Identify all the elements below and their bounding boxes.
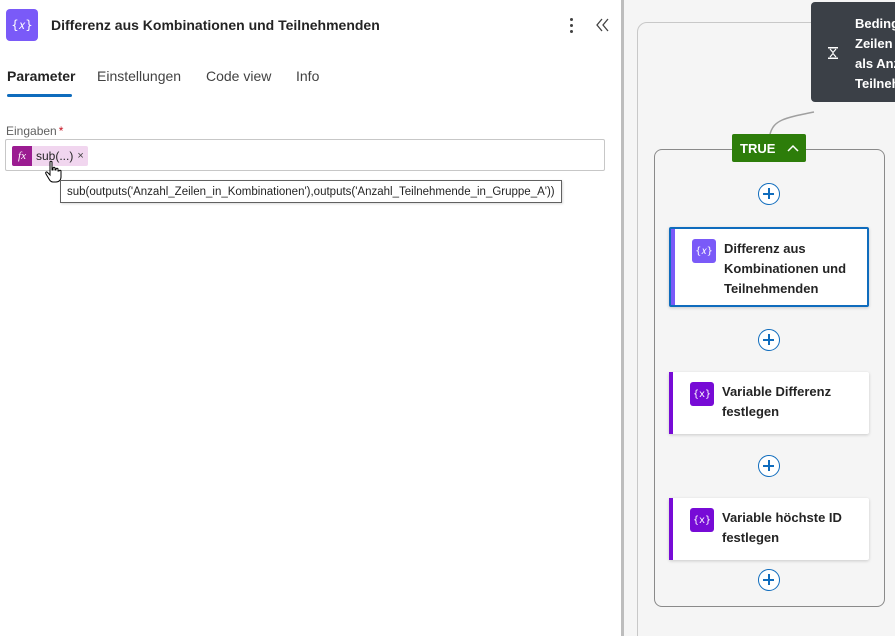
inputs-field[interactable]: fx sub(...) × [5, 139, 605, 171]
function-icon: fx [12, 146, 32, 166]
flow-canvas: Beding Zeilen als Anz Teilneh TRUE {𝑥} D… [624, 0, 895, 636]
more-dot-icon [569, 29, 573, 33]
step-card-differenz[interactable]: {𝑥} Differenz aus Kombinationen und Teil… [669, 227, 869, 307]
variable-icon: {x} [690, 508, 714, 532]
step-title: Variable höchste ID festlegen [722, 510, 842, 545]
compose-icon: {𝑥} [692, 239, 716, 263]
condition-icon [828, 47, 838, 59]
more-dot-icon [569, 17, 573, 21]
variable-icon: {x} [690, 382, 714, 406]
tab-parameter[interactable]: Parameter [7, 62, 76, 96]
step-card-variable-hoechste-id[interactable]: {x} Variable höchste ID festlegen [669, 498, 869, 560]
add-step-button[interactable] [758, 569, 780, 591]
tab-code-view[interactable]: Code view [206, 62, 271, 96]
tab-info[interactable]: Info [296, 62, 319, 96]
condition-title-line: Beding [855, 16, 895, 31]
compose-action-icon: {𝑥} [6, 9, 38, 41]
add-step-button[interactable] [758, 455, 780, 477]
add-step-button[interactable] [758, 183, 780, 205]
condition-title-line: als Anz [855, 56, 895, 71]
collapse-panel-button[interactable] [594, 13, 612, 37]
true-branch-toggle[interactable]: TRUE [732, 134, 806, 162]
condition-title-line: Zeilen [855, 36, 893, 51]
action-details-panel: {𝑥} Differenz aus Kombinationen und Teil… [0, 0, 621, 636]
more-dot-icon [569, 23, 573, 27]
more-options-button[interactable] [562, 13, 580, 37]
double-chevron-left-icon [596, 18, 609, 32]
true-branch-label: TRUE [740, 140, 776, 156]
step-accent-bar [669, 372, 673, 434]
chevron-up-icon [787, 144, 799, 152]
panel-title: Differenz aus Kombinationen und Teilnehm… [51, 17, 380, 33]
active-tab-indicator [7, 94, 72, 97]
tab-bar: Parameter Einstellungen Code view Info [0, 62, 621, 98]
inputs-label: Eingaben * [6, 124, 63, 138]
panel-header: {𝑥} Differenz aus Kombinationen und Teil… [0, 0, 621, 52]
step-title: Differenz aus Kombinationen und Teilnehm… [724, 241, 847, 296]
step-accent-bar [671, 229, 675, 305]
expression-tooltip: sub(outputs('Anzahl_Zeilen_in_Kombinatio… [60, 180, 562, 203]
remove-token-icon[interactable]: × [77, 150, 83, 162]
required-marker: * [58, 124, 64, 138]
inputs-label-text: Eingaben [6, 124, 57, 138]
step-accent-bar [669, 498, 673, 560]
step-card-variable-differenz[interactable]: {x} Variable Differenz festlegen [669, 372, 869, 434]
tab-einstellungen[interactable]: Einstellungen [97, 62, 181, 96]
step-title: Variable Differenz festlegen [722, 384, 832, 419]
condition-title-line: Teilneh [855, 76, 895, 91]
condition-card[interactable]: Beding Zeilen als Anz Teilneh [811, 2, 895, 102]
add-step-button[interactable] [758, 329, 780, 351]
condition-title: Beding Zeilen als Anz Teilneh [855, 14, 895, 94]
